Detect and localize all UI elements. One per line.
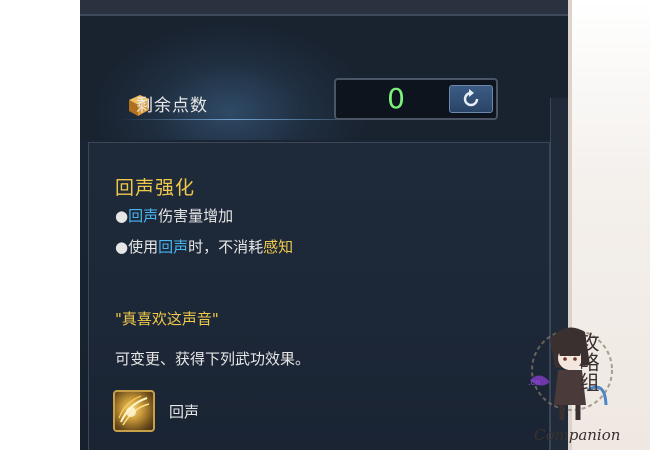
skill-panel: 剩余点数 0 回声强化 ●回声伤害量增加 ●使用回声时，不消耗感知 "真喜欢这声… (80, 0, 568, 450)
skill-detail-card: 回声强化 ●回声伤害量增加 ●使用回声时，不消耗感知 "真喜欢这声音" 可变更、… (88, 142, 550, 450)
companion-watermark-logo: .cn 攻略组 Companion (528, 327, 620, 444)
skill-keyword: 回声 (158, 238, 189, 256)
watermark-companion-text: Companion (534, 426, 620, 444)
echo-skill-icon[interactable] (113, 390, 155, 432)
flavor-quote: "真喜欢这声音" (115, 310, 219, 328)
panel-top-band (80, 0, 568, 14)
remaining-points-value: 0 (387, 82, 405, 115)
resource-keyword: 感知 (263, 238, 294, 256)
skill-title: 回声强化 (115, 177, 196, 199)
skill-name: 回声 (169, 403, 200, 421)
remaining-points-label: 剩余点数 (136, 96, 208, 116)
refresh-icon (463, 89, 479, 107)
skill-description: 可变更、获得下列武功效果。 (115, 350, 311, 368)
echo-skill-glyph (118, 395, 150, 426)
effect-line-1: ●回声伤害量增加 (115, 205, 233, 226)
watermark-seal-text: 攻略组 (576, 332, 600, 392)
effect-text: 伤害量增加 (158, 207, 234, 225)
bullet-dot: ● (115, 207, 129, 225)
points-header: 剩余点数 0 (80, 16, 568, 140)
skill-keyword: 回声 (128, 207, 159, 225)
watermark-site-text: .cn (528, 378, 540, 387)
points-box: 0 (334, 78, 498, 120)
effect-text: 时，不消耗 (188, 238, 264, 256)
effect-line-2: ●使用回声时，不消耗感知 (115, 236, 293, 257)
reset-points-button[interactable] (449, 85, 493, 113)
bullet-prefix: ●使用 (115, 238, 159, 256)
